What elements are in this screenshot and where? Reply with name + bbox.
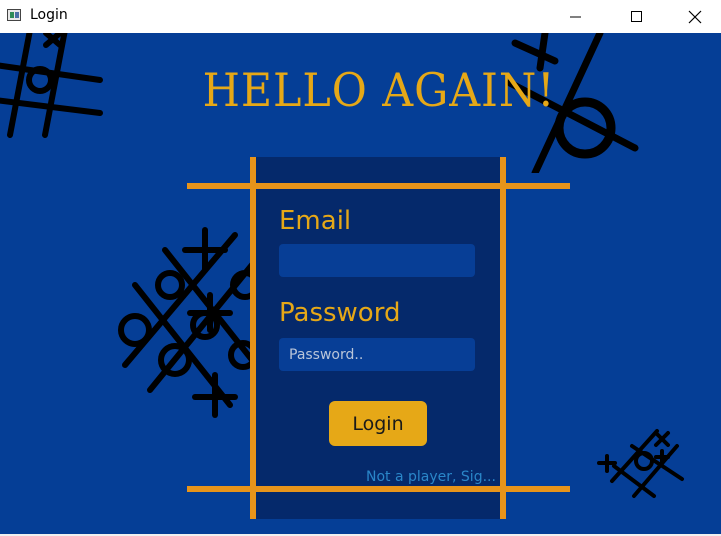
minimize-icon <box>570 16 581 17</box>
window-app-icon <box>7 9 21 21</box>
title-bar: Login <box>0 0 721 33</box>
tic-tac-toe-decoration-bottom-right-icon <box>597 429 684 498</box>
close-icon <box>688 10 702 23</box>
grid-line-left <box>250 157 256 519</box>
password-field[interactable] <box>279 338 475 371</box>
grid-line-right <box>500 157 506 519</box>
close-button[interactable] <box>672 0 718 33</box>
password-label: Password <box>279 298 401 328</box>
minimize-button[interactable] <box>553 0 599 33</box>
login-screen: HELLO AGAIN! Email Password Login Not a … <box>0 33 721 534</box>
email-field[interactable] <box>279 244 475 277</box>
grid-line-top <box>187 183 570 189</box>
maximize-icon <box>631 10 642 22</box>
email-label: Email <box>279 206 352 236</box>
window-title: Login <box>30 7 68 23</box>
grid-line-bottom <box>187 486 570 492</box>
page-title: HELLO AGAIN! <box>202 63 556 117</box>
signup-link[interactable]: Not a player, Sig... <box>366 469 496 485</box>
login-button[interactable]: Login <box>329 401 427 446</box>
maximize-button[interactable] <box>614 0 660 33</box>
